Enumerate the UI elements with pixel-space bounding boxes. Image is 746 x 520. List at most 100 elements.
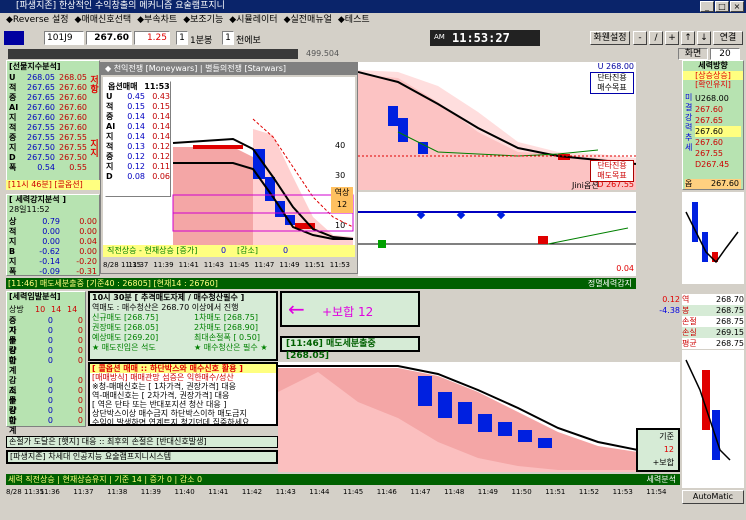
bottom-time-tick: 11:54 — [646, 488, 667, 496]
split-panel-title: [세력임발분석] — [9, 292, 61, 301]
split-up-row: 지수 0 0 — [9, 326, 83, 345]
mini-key: 지 — [106, 162, 114, 171]
force-b: 0.00 — [79, 217, 97, 226]
bottom-time-tick: 11:42 — [241, 488, 263, 496]
qty2-input[interactable]: 1 — [222, 31, 234, 45]
futures-b: 267.60 — [59, 93, 87, 102]
direction-tag2: [확인유지] — [695, 80, 731, 89]
direction-row: D267.45 — [695, 160, 730, 169]
futures-a: 267.55 — [27, 123, 55, 132]
method-line: 역-매매신호는 [ 2차가격, 권장가격] 대응 — [92, 391, 230, 400]
popup-time-tick: 11:39 — [153, 261, 174, 269]
split-down-b: 0 — [77, 396, 83, 405]
split-up-a: 0 — [47, 316, 53, 325]
info-line-6: 최대손절폭 [ 0.50] — [194, 333, 260, 342]
info-line-7: ★ 매도진입은 석도 — [92, 343, 156, 352]
method-line: 수익이 발생하면 연계트지 청기던데 집중하세요 — [92, 418, 250, 427]
arrow-left-icon: ← — [288, 297, 305, 321]
bottom-main-chart[interactable] — [278, 362, 681, 472]
split-down-b: 0 — [77, 416, 83, 425]
menu-item-4[interactable]: ◆시뮬레이터 — [229, 15, 277, 25]
menu-item-0[interactable]: ◆Reverse 설정 — [6, 15, 69, 25]
direction-row: 267.60 — [695, 126, 741, 137]
mini-row: 적 0.15 0.15 — [106, 102, 170, 112]
down-button[interactable]: ↓ — [697, 31, 711, 45]
qty-input[interactable]: 1 — [176, 31, 188, 45]
right-main-chart[interactable]: U 268.00 단타진용 매수목표 단타진용 매도목표 Jini옵션 D 26… — [357, 62, 637, 190]
minus-button[interactable]: - — [633, 31, 647, 45]
minimize-button[interactable]: _ — [700, 1, 714, 12]
menu-item-1[interactable]: ◆매매신호선택 — [75, 15, 132, 25]
force-key: 상 — [9, 217, 17, 226]
up-button[interactable]: ↑ — [681, 31, 695, 45]
direction-row: U268.00 — [695, 94, 729, 103]
mini-row: 적 0.13 0.12 — [106, 142, 170, 152]
info-line-4: 1차매도 [268.75] — [194, 313, 258, 322]
popup-title: ◆ 천익전쟁 [Moneywars] | 별들의전쟁 [Starwars] — [101, 63, 357, 75]
split-up-row: 증가 0 0 — [9, 316, 83, 335]
direction-tag: [상승상승] — [683, 71, 743, 80]
layout-button[interactable]: 화웬설정 — [590, 31, 630, 45]
futures-key: 지 — [9, 143, 17, 152]
split-up-a: 0 — [47, 326, 53, 335]
sub-toolbar: 499.504 화면 20 — [0, 48, 746, 60]
futures-b: 267.60 — [59, 123, 87, 132]
force-b: -0.20 — [76, 257, 97, 266]
popup-time-tick: 11:41 — [178, 261, 199, 269]
popup-bottom-v1: 0 — [221, 246, 227, 255]
split-up-b: 0 — [77, 316, 83, 325]
split-down-row: 물량 0 0 — [9, 396, 83, 415]
split-down-key: 감마 — [9, 406, 17, 425]
automatic-button[interactable]: AutoMatic — [682, 490, 744, 504]
bottom-status-text: 세력 직전상승 | 현재상승유지 | 기준 14 | 증가 0 | 감소 0 — [8, 475, 203, 484]
popup-bottom-text: 직전상승 - 현재상승 [증가] — [107, 246, 198, 255]
mini-key: 중 — [106, 112, 114, 121]
split-up-row: 물량 0 0 — [9, 336, 83, 355]
close-button[interactable]: × — [730, 1, 744, 12]
futures-a: 267.60 — [27, 103, 55, 112]
split-down-a: 0 — [47, 406, 53, 415]
qty2-label: 천에보 — [236, 36, 261, 46]
zoom-value[interactable]: 20 — [710, 48, 740, 60]
bottom-time-tick: 11:37 — [73, 488, 94, 496]
menu-bar: ◆Reverse 설정 ◆매매신호선택 ◆부속차트 ◆보조기능 ◆시뮬레이터 ◆실전매뉴얼… — [0, 13, 746, 28]
sub-value: 499.504 — [306, 49, 340, 58]
futures-index-panel: [선물지수분석] U 268.05 268.05 적 267.65 267.60 중 267.… — [6, 60, 100, 190]
exit-row: 평균 268.75 — [682, 338, 744, 349]
split-up-b: 0 — [77, 346, 83, 355]
popup-time-tick: 11:37 — [128, 261, 149, 269]
indicator-chart[interactable]: 0.04 — [358, 192, 636, 276]
mini-key: D — [106, 172, 113, 181]
mini-key: 지 — [106, 132, 114, 141]
menu-item-2[interactable]: ◆부속차트 — [137, 15, 177, 25]
code-input[interactable]: 101J9 — [44, 31, 84, 45]
force-a: -0.14 — [39, 257, 60, 266]
split-down-b: 0 — [77, 386, 83, 395]
popup-chart-area[interactable]: 40 30 10 역상 12 옵션매매 11:53 U 0.45 0.43 적 0.15… — [103, 77, 355, 245]
split-down-key: 지수 — [9, 386, 17, 405]
force-a: 0.00 — [42, 237, 60, 246]
menu-item-3[interactable]: ◆보조기능 — [183, 15, 223, 25]
popup-tag-label: 역상 — [334, 188, 350, 197]
menu-item-6[interactable]: ◆테스트 — [338, 15, 370, 25]
change-field: 1.25 — [134, 31, 170, 45]
slash-button[interactable]: / — [649, 31, 663, 45]
force-direction-panel: 세력방향 [상승상승] [확인유지] 미결강력추세 U268.00 267.60 2… — [682, 60, 744, 190]
mini-chart-right[interactable] — [682, 192, 744, 284]
futures-footer: [11시 46분] [콜옵션] — [6, 180, 100, 190]
menu-item-5[interactable]: ◆실전매뉴얼 — [284, 15, 332, 25]
link-button[interactable]: 연결 — [713, 31, 743, 45]
popup-time-tick: 11:43 — [203, 261, 224, 269]
maximize-button[interactable]: □ — [715, 1, 729, 12]
force-a: -0.09 — [39, 267, 60, 276]
direction-row: 267.60 — [695, 138, 723, 147]
split-up-row: 감마 0 0 — [9, 346, 83, 365]
bottom-right-chart[interactable] — [682, 350, 744, 488]
futures-a: 267.65 — [27, 93, 55, 102]
plus-button[interactable]: + — [665, 31, 679, 45]
mini-row: 중 0.12 0.12 — [106, 152, 170, 162]
mini-row: 지 0.14 0.14 — [106, 132, 170, 142]
bottom-time-tick: 11:46 — [376, 488, 397, 496]
right-tag3: 단타진용 — [597, 161, 627, 170]
support-label: 지지 — [88, 139, 98, 157]
